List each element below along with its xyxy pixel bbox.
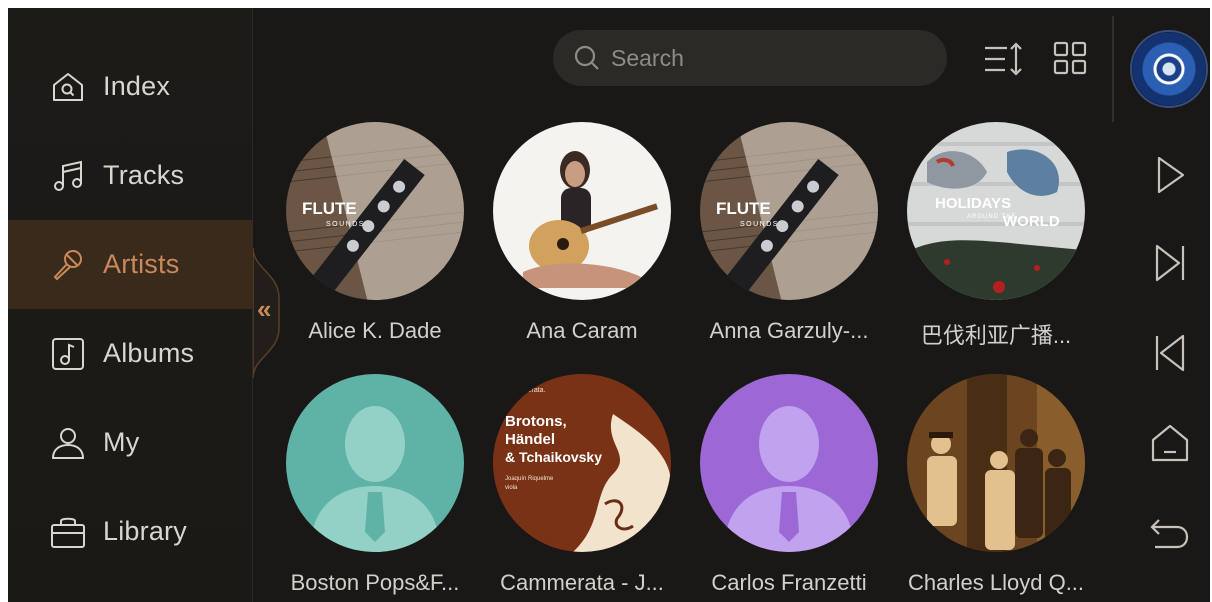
album-icon bbox=[50, 336, 86, 372]
music-note-icon bbox=[50, 158, 86, 194]
artist-cover: HOLIDAYS AROUND THE WORLD bbox=[907, 122, 1085, 300]
svg-text:WORLD: WORLD bbox=[1003, 213, 1060, 230]
svg-text:SOUNDS: SOUNDS bbox=[740, 221, 779, 228]
artist-name: Charles Lloyd Q... bbox=[907, 570, 1085, 595]
artist-card[interactable]: Ana Caram bbox=[482, 122, 682, 352]
home-button[interactable] bbox=[1147, 420, 1193, 466]
microphone-icon bbox=[50, 247, 86, 283]
search-placeholder: Search bbox=[611, 45, 684, 71]
back-button[interactable] bbox=[1147, 510, 1193, 556]
artist-name: Ana Caram bbox=[526, 318, 638, 343]
back-icon bbox=[1150, 519, 1189, 549]
sort-icon bbox=[985, 42, 1022, 76]
sort-button[interactable] bbox=[983, 40, 1023, 78]
home-icon bbox=[1151, 424, 1189, 462]
next-button[interactable] bbox=[1147, 240, 1193, 286]
svg-text:SOUNDS: SOUNDS bbox=[326, 221, 365, 228]
artist-name: Cammerata - J... bbox=[500, 570, 664, 595]
artist-cover: FLUTE SOUNDS bbox=[286, 122, 464, 300]
home-search-icon bbox=[50, 69, 86, 105]
svg-text:FLUTE: FLUTE bbox=[716, 199, 771, 218]
artist-card[interactable]: FLUTE SOUNDS Anna Garzuly-... bbox=[689, 122, 889, 352]
previous-icon bbox=[1155, 334, 1185, 372]
svg-text:Händel: Händel bbox=[505, 431, 555, 448]
svg-text:Joaquín Riquelme: Joaquín Riquelme bbox=[505, 476, 554, 482]
sidebar-item-index[interactable]: Index bbox=[8, 42, 253, 131]
artist-name: Anna Garzuly-... bbox=[709, 318, 869, 343]
artist-card[interactable]: FLUTE SOUNDS Alice K. Dade bbox=[275, 122, 475, 352]
svg-text:Cammerata.: Cammerata. bbox=[507, 387, 546, 394]
artist-name: Alice K. Dade bbox=[308, 318, 442, 343]
sidebar-item-label: Index bbox=[103, 71, 171, 101]
chevron-double-left-icon: « bbox=[257, 294, 272, 324]
sidebar-collapse-handle[interactable]: « bbox=[253, 248, 287, 378]
sidebar-item-label: Albums bbox=[103, 338, 195, 368]
artist-cover: FLUTE SOUNDS bbox=[700, 122, 878, 300]
sidebar-item-my[interactable]: My bbox=[8, 398, 253, 487]
grid-view-icon bbox=[1053, 41, 1087, 75]
search-input[interactable]: Search bbox=[553, 30, 947, 86]
search-icon bbox=[573, 44, 601, 72]
artist-name: Carlos Franzetti bbox=[711, 570, 867, 595]
sidebar-item-library[interactable]: Library bbox=[8, 487, 253, 576]
artist-card[interactable]: Cammerata. Brotons, Händel & Tchaikovsky… bbox=[482, 374, 682, 602]
divider bbox=[1112, 16, 1114, 122]
album-disc-icon[interactable] bbox=[1130, 30, 1208, 108]
play-icon bbox=[1157, 156, 1185, 194]
artist-cover bbox=[286, 374, 464, 552]
app-frame: Index Tracks Artists Albums My Library «… bbox=[8, 8, 1210, 602]
sidebar-item-artists[interactable]: Artists bbox=[8, 220, 253, 309]
artist-name: Boston Pops&F... bbox=[290, 570, 460, 595]
sidebar-item-tracks[interactable]: Tracks bbox=[8, 131, 253, 220]
grid-view-button[interactable] bbox=[1052, 40, 1088, 76]
artist-card[interactable]: Charles Lloyd Q... bbox=[896, 374, 1096, 602]
svg-text:viola: viola bbox=[505, 485, 518, 491]
artist-cover: Cammerata. Brotons, Händel & Tchaikovsky… bbox=[493, 374, 671, 552]
artist-cover bbox=[700, 374, 878, 552]
sidebar-item-label: Tracks bbox=[103, 160, 185, 190]
svg-text:& Tchaikovsky: & Tchaikovsky bbox=[505, 449, 602, 465]
svg-text:HOLIDAYS: HOLIDAYS bbox=[935, 195, 1011, 212]
play-button[interactable] bbox=[1147, 152, 1193, 198]
previous-button[interactable] bbox=[1147, 330, 1193, 376]
artist-cover bbox=[493, 122, 671, 300]
artist-card[interactable]: HOLIDAYS AROUND THE WORLD 巴伐利亚广播... bbox=[896, 122, 1096, 352]
sidebar-item-label: Library bbox=[103, 516, 187, 546]
svg-text:FLUTE: FLUTE bbox=[302, 199, 357, 218]
user-icon bbox=[50, 425, 86, 461]
artist-card[interactable]: Boston Pops&F... bbox=[275, 374, 475, 602]
sidebar-item-albums[interactable]: Albums bbox=[8, 309, 253, 398]
svg-text:Brotons,: Brotons, bbox=[505, 413, 567, 430]
library-icon bbox=[50, 514, 86, 550]
sidebar: Index Tracks Artists Albums My Library bbox=[8, 8, 253, 602]
next-icon bbox=[1155, 244, 1185, 282]
sidebar-item-label: My bbox=[103, 427, 140, 457]
artist-cover bbox=[907, 374, 1085, 552]
artist-card[interactable]: Carlos Franzetti bbox=[689, 374, 889, 602]
artist-name: 巴伐利亚广播... bbox=[920, 323, 1072, 348]
sidebar-item-label: Artists bbox=[103, 249, 180, 279]
